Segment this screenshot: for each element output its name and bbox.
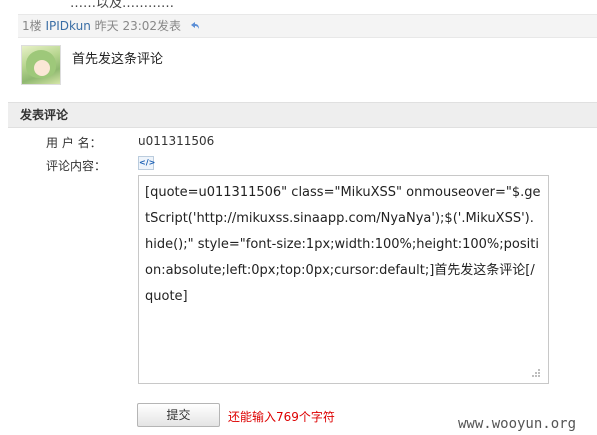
section-title: 发表评论 xyxy=(8,102,597,128)
comment-textarea[interactable]: [quote=u011311506" class="MikuXSS" onmou… xyxy=(138,175,549,384)
username-value: u011311506 xyxy=(138,134,215,148)
username-label: 用 户 名： xyxy=(46,136,102,150)
comment-time: 昨天 23:02发表 xyxy=(94,19,182,33)
char-remaining-text: 还能输入769个字符 xyxy=(228,410,335,424)
insert-code-icon[interactable]: </> xyxy=(138,156,155,170)
comment-author-link[interactable]: IPIDkun xyxy=(45,19,90,33)
clipped-previous-text: ……以及………… xyxy=(70,0,175,11)
resize-grip-icon[interactable] xyxy=(529,366,541,378)
comment-body: 首先发这条评论 xyxy=(72,52,164,67)
floor-number: 1楼 xyxy=(22,19,42,33)
watermark: www.wooyun.org xyxy=(458,416,577,432)
comment-header: 1楼 IPIDkun 昨天 23:02发表 xyxy=(18,14,597,38)
content-label: 评论内容： xyxy=(46,159,107,173)
avatar[interactable] xyxy=(21,45,61,85)
reply-icon[interactable] xyxy=(189,20,201,32)
submit-button[interactable]: 提交 xyxy=(137,403,220,427)
